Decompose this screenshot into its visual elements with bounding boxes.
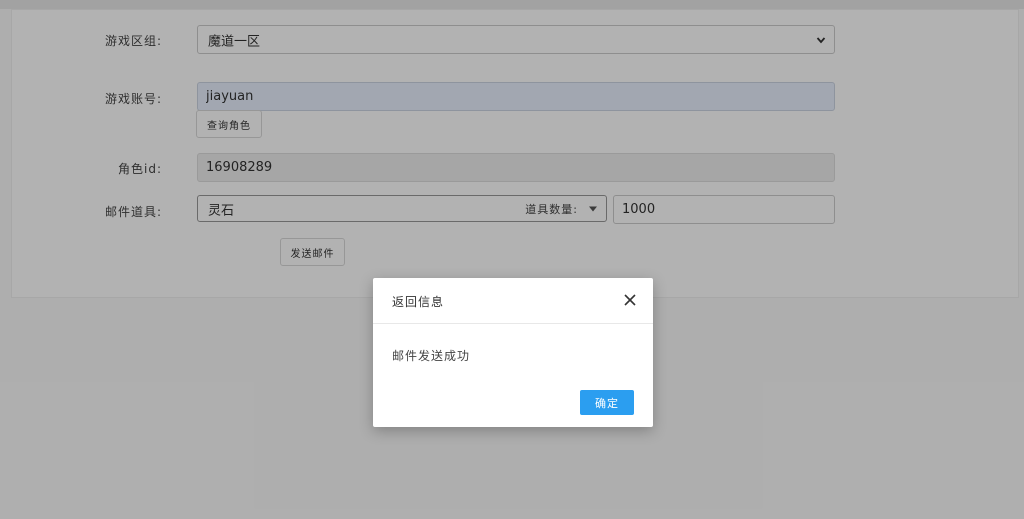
dialog-title: 返回信息 [392, 295, 445, 309]
confirm-button[interactable]: 确定 [580, 390, 634, 415]
dialog-message: 邮件发送成功 [392, 349, 471, 363]
close-icon[interactable] [622, 292, 638, 308]
result-dialog: 返回信息 邮件发送成功 确定 [373, 278, 653, 427]
dialog-header: 返回信息 [373, 278, 653, 324]
modal-overlay[interactable] [0, 0, 1024, 519]
